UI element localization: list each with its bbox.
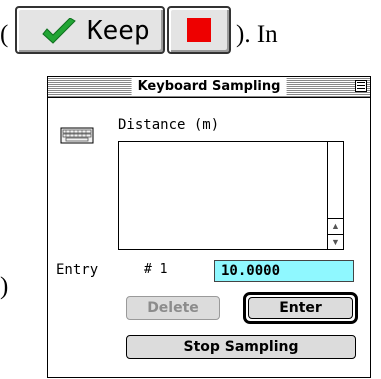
stop-sampling-button[interactable]: Stop Sampling [126, 335, 356, 359]
enter-button-default-ring: Enter [243, 292, 358, 324]
checkmark-icon [42, 18, 76, 44]
entry-number: # 1 [144, 262, 168, 277]
scroll-up-arrow-icon[interactable]: ▲ [328, 218, 343, 233]
doc-open-paren: ( [0, 21, 9, 48]
delete-button[interactable]: Delete [126, 296, 220, 320]
data-list[interactable]: ▲ ▼ [118, 141, 344, 250]
scroll-down-arrow-icon[interactable]: ▼ [328, 234, 343, 249]
keyboard-sampling-window: Keyboard Sampling Distance (m) ▲ ▼ Entry… [47, 76, 371, 378]
keyboard-icon [60, 127, 94, 144]
zoom-box-icon[interactable] [355, 80, 367, 92]
stop-square-icon [187, 18, 211, 42]
enter-button[interactable]: Enter [248, 297, 353, 319]
entry-value-field[interactable]: 10.0000 [214, 260, 354, 282]
doc-close-paren: ) [0, 273, 9, 300]
entry-label: Entry [56, 262, 99, 278]
inline-button-strip: Keep [15, 6, 233, 56]
list-scrollbar[interactable]: ▲ ▼ [327, 142, 343, 249]
keep-label: Keep [87, 16, 150, 46]
doc-text-in: ). In [236, 21, 278, 48]
column-header: Distance (m) [118, 117, 220, 133]
title-bar[interactable]: Keyboard Sampling [48, 77, 370, 98]
stop-button[interactable] [167, 6, 231, 54]
window-title: Keyboard Sampling [131, 78, 287, 96]
keep-button[interactable]: Keep [15, 6, 165, 54]
